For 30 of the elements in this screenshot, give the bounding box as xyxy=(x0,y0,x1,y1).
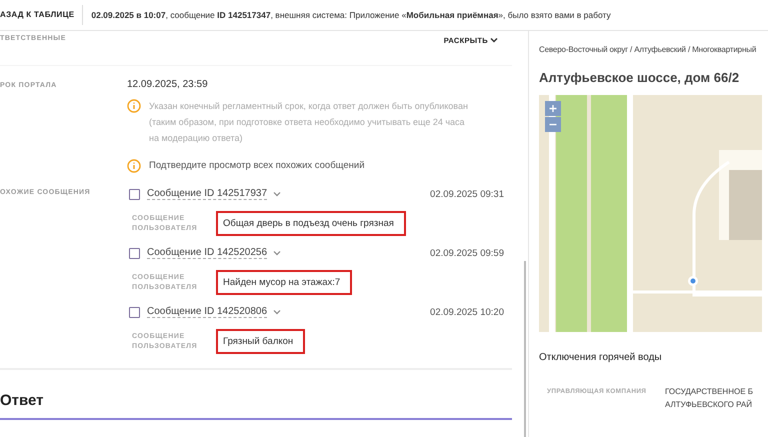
info-icon xyxy=(127,99,141,113)
message-link[interactable]: Сообщение ID 142520806 xyxy=(147,306,268,318)
section-title: Ответ xyxy=(0,392,44,409)
chevron-down-icon xyxy=(490,37,498,43)
hot-water-heading: Отключения горячей воды xyxy=(539,352,663,363)
checkbox[interactable] xyxy=(129,188,140,200)
message-link[interactable]: Сообщение ID 142520256 xyxy=(147,247,268,259)
info-icon xyxy=(127,159,141,173)
breadcrumb: Северо-Восточный округ / Алтуфьевский / Многоквартирный xyxy=(539,45,758,54)
message-date: 02.09.2025 09:59 xyxy=(430,248,504,258)
message-date: 02.09.2025 10:20 xyxy=(430,306,504,318)
user-message: Найден мусор на этажах:7 xyxy=(216,270,352,295)
checkbox[interactable] xyxy=(129,306,140,318)
deadline-note: Указан конечный регламентный срок, когда ответ должен быть опубликован (таким образом, при подготовке ответа необходимо учитывать еще 24 часа на модерацию ответа) xyxy=(149,100,469,145)
chevron-down-icon xyxy=(273,250,282,256)
user-message: Общая дверь в подъезд очень грязная xyxy=(216,211,406,236)
chevron-down-icon xyxy=(273,309,282,315)
confirm-notice: Подтвердите просмотр всех похожих сообщений xyxy=(149,160,365,171)
message-date: 02.09.2025 09:31 xyxy=(430,188,504,200)
scrollbar[interactable] xyxy=(524,261,526,437)
status-message: 02.09.2025 в 10:07, сообщение ID 142517347, внешняя система: Приложение «Мобильная приёмная», было взято вами в работу xyxy=(90,10,611,20)
message-link[interactable]: Сообщение ID 142517937 xyxy=(147,188,268,200)
deadline-value: 12.09.2025, 23:59 xyxy=(127,79,209,90)
user-message: Грязный балкон xyxy=(216,329,306,354)
back-to-table-link[interactable]: АЗАД К ТАБЛИЦЕ xyxy=(0,5,84,25)
company-name: АЛТУФЬЕВСКОГО РАЙ xyxy=(665,400,753,409)
checkbox[interactable] xyxy=(129,248,140,258)
address-title: Алтуфьевское шоссе, дом 66/2 xyxy=(539,70,740,85)
chevron-down-icon xyxy=(273,191,282,197)
company-name: ГОСУДАРСТВЕННОЕ Б xyxy=(665,387,753,396)
